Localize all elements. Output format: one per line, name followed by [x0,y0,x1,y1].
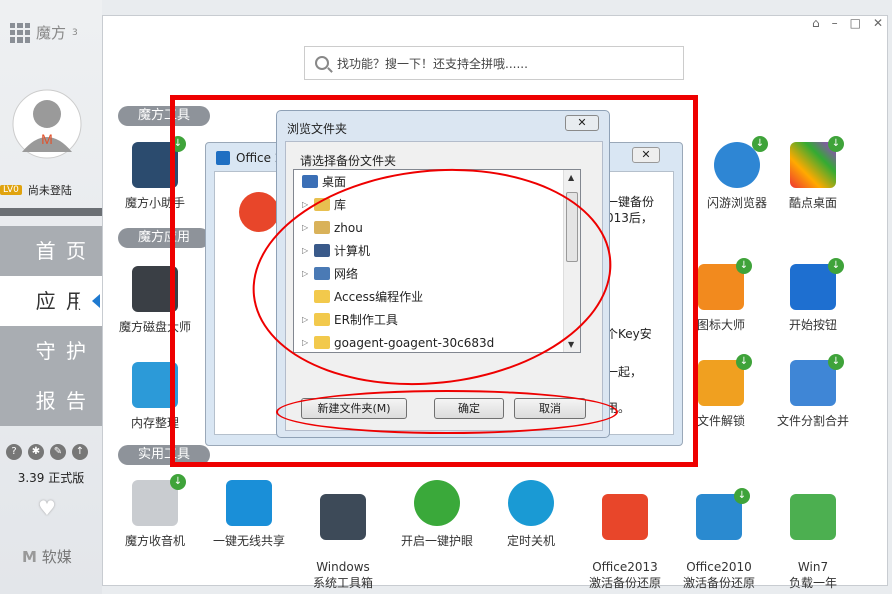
windows-icon: ↓ [790,258,844,310]
maximize-icon[interactable]: □ [850,16,861,30]
app-eye-protect[interactable]: 开启一键护眼 [392,480,482,549]
power-icon [508,480,554,526]
download-icon: ↓ [828,136,844,152]
brand-text: 软媒 [41,548,72,566]
app-label: 酷点桌面 [788,196,837,210]
nav-report[interactable]: 报 告 [0,376,102,426]
wifi-icon [226,480,272,526]
radio-icon: ↓ [132,474,186,526]
office-icon [602,494,648,540]
toolbox-icon [320,494,366,540]
eye-icon [414,480,460,526]
search-input[interactable]: 找功能？搜一下！还支持全拼哦...... [304,46,684,80]
close-icon[interactable]: ✕ [873,16,883,30]
app-label: 图标大师 [696,318,745,332]
nav-home[interactable]: 首 页 [0,226,102,276]
logo-sup: 3 [72,27,78,38]
sidebar-tools: ? ✱ ✎ ↑ [6,444,88,460]
app-file-split[interactable]: ↓ 文件分割合并 [768,354,858,429]
grid-icon [10,22,30,43]
version-label: 3.39 正式版 [17,471,85,485]
nav-protect[interactable]: 守 护 [0,326,102,376]
hexagon-icon: ↓ [790,136,844,188]
folder-split-icon: ↓ [790,354,844,406]
app-office2013-backup[interactable]: Office2013 激活备份还原 [580,480,670,591]
search-icon [315,56,329,70]
tool-icon[interactable]: ✎ [50,444,66,460]
download-icon: ↓ [734,488,750,504]
app-label: 开启一键护眼 [400,534,473,548]
app-label: 文件分割合并 [776,414,849,428]
app-label: Office2013 激活备份还原 [588,560,661,590]
settings-icon[interactable]: ✱ [28,444,44,460]
chevron-left-icon [92,294,100,308]
svg-text:M: M [41,131,53,147]
main-nav: 首 页 应 用 守 护 报 告 [0,226,116,426]
help-icon[interactable]: ? [6,444,22,460]
sidebar: 魔方 3 M LV0 尚未登陆 首 页 应 用 守 护 报 告 ? ✱ ✎ ↑ 3… [0,0,116,594]
app-label: Office2010 激活备份还原 [682,560,755,590]
annotation-ellipse-buttons [276,390,618,434]
app-logo[interactable]: 魔方 3 [10,22,78,43]
app-label: Windows 系统工具箱 [312,560,373,590]
logo-text: 魔方 [36,24,67,42]
app-cool-desktop[interactable]: ↓ 酷点桌面 [768,136,858,211]
user-status: 尚未登陆 [27,184,72,197]
app-win7[interactable]: Win7 负载一年 [768,480,858,591]
win7-icon [790,494,836,540]
app-label: 闪游浏览器 [706,196,767,210]
app-radio[interactable]: ↓ 魔方收音机 [110,474,200,549]
app-label: 开始按钮 [788,318,837,332]
app-label: 文件解锁 [696,414,745,428]
app-timer-shutdown[interactable]: 定时关机 [486,480,576,549]
browser-icon: ↓ [714,136,768,188]
app-wifi-share[interactable]: 一键无线共享 [204,480,294,549]
download-icon: ↓ [736,258,752,274]
divider [0,208,102,216]
app-office2010-backup[interactable]: ↓ Office2010 激活备份还原 [674,480,764,591]
minimize-icon[interactable]: – [832,16,838,30]
heart-icon[interactable]: ♥ [38,496,56,520]
download-icon: ↓ [736,354,752,370]
download-icon: ↓ [828,258,844,274]
app-label: 一键无线共享 [212,534,285,548]
search-placeholder: 找功能？搜一下！还支持全拼哦...... [337,56,528,71]
app-label: 定时关机 [506,534,555,548]
brand-logo[interactable]: M 软媒 [22,546,72,567]
user-row[interactable]: LV0 尚未登陆 [0,182,102,198]
update-icon[interactable]: ↑ [72,444,88,460]
app-label: Win7 负载一年 [788,560,837,590]
window-controls: ⌂ – □ ✕ [812,16,883,30]
level-badge: LV0 [0,185,22,195]
download-icon: ↓ [828,354,844,370]
download-icon: ↓ [170,474,186,490]
office2010-icon: ↓ [696,488,750,540]
nav-apps[interactable]: 应 用 [0,276,116,326]
download-icon: ↓ [752,136,768,152]
lock-icon: ↓ [698,354,752,406]
home-icon[interactable]: ⌂ [812,16,820,30]
avatar[interactable]: M [12,86,82,162]
nav-apps-label: 应 用 [35,289,88,313]
icon-master-icon: ↓ [698,258,752,310]
app-windows-toolbox[interactable]: Windows 系统工具箱 [298,480,388,591]
app-label: 魔方收音机 [124,534,185,548]
app-start-button[interactable]: ↓ 开始按钮 [768,258,858,333]
